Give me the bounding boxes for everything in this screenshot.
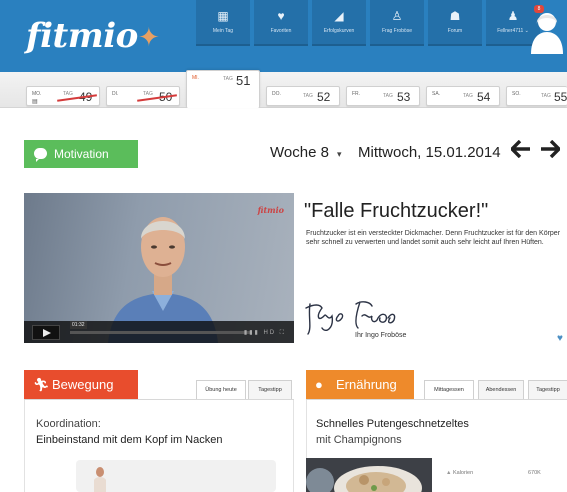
exercise-image — [76, 460, 276, 492]
check-icon: ▤ — [32, 99, 38, 105]
calories-value: 670K — [528, 470, 541, 476]
recipe-image — [306, 458, 432, 492]
heart-icon: ♥ — [277, 9, 285, 23]
tab-uebung-heute[interactable]: Übung heute — [196, 380, 246, 400]
video-player[interactable]: fitmio 01:32 ▮▮▮ HD ⛶ — [24, 193, 294, 343]
recipe-subtitle: mit Champignons — [316, 434, 402, 446]
quote-title: "Falle Fruchtzucker!" — [304, 200, 489, 222]
signature-caption: Ihr Ingo Froböse — [355, 332, 407, 339]
bewegung-title[interactable]: Einbeinstand mit dem Kopf im Nacken — [36, 434, 222, 446]
video-controls: 01:32 ▮▮▮ HD ⛶ — [24, 321, 294, 343]
day-tab-mi[interactable]: MI. TAG 51 — [186, 70, 260, 108]
day-tab-mo[interactable]: MO. TAG 49 ▤ — [26, 86, 100, 106]
day-tab-di[interactable]: DI. TAG 50 — [106, 86, 180, 106]
day-tag: TAG — [223, 76, 233, 82]
arrow-right-icon[interactable] — [540, 139, 562, 164]
heart-icon[interactable]: ♥ — [557, 333, 563, 344]
current-date: Mittwoch, 15.01.2014 — [358, 144, 501, 161]
chevron-down-icon[interactable]: ▾ — [337, 149, 342, 160]
week-selector[interactable]: Woche 8 — [270, 144, 329, 161]
day-tag: TAG — [463, 93, 473, 99]
fitmio-app: fitmio ✦ ▦ Mein Tag ♥ Favoriten ◢ Erfolg… — [0, 0, 567, 492]
arrow-left-icon[interactable] — [509, 139, 531, 164]
fitmio-logo[interactable]: fitmio — [26, 16, 138, 56]
star-logo-icon: ✦ — [138, 22, 160, 52]
motivation-label: Motivation — [54, 147, 109, 161]
nav-label: Erfolgskurven — [323, 28, 355, 34]
day-number: 54 — [477, 90, 491, 104]
day-tag: TAG — [63, 91, 73, 97]
day-abbr: MO. — [32, 91, 42, 97]
day-tag: TAG — [383, 93, 393, 99]
day-number: 55 — [554, 90, 567, 104]
ernaehrung-header[interactable]: ● Ernährung — [306, 370, 414, 400]
video-settings[interactable]: ▮▮▮ HD ⛶ — [244, 329, 286, 337]
day-abbr: DI. — [112, 91, 119, 97]
day-number: 53 — [397, 90, 411, 104]
nav-label: Forum — [447, 28, 463, 34]
bewegung-header[interactable]: 🏃︎ Bewegung — [24, 370, 138, 400]
tab-abendessen[interactable]: Abendessen — [478, 380, 524, 400]
day-abbr: MI. — [192, 75, 199, 81]
nav-erfolgskurven[interactable]: ◢ Erfolgskurven — [312, 0, 366, 46]
video-progress-bar[interactable] — [70, 331, 250, 334]
user-icon: ♟ — [507, 9, 519, 23]
chart-icon: ◢ — [334, 9, 344, 23]
day-tag: TAG — [303, 93, 313, 99]
main-nav: ▦ Mein Tag ♥ Favoriten ◢ Erfolgskurven ♙… — [196, 0, 544, 46]
speech-bubble-icon — [34, 148, 47, 162]
day-tab-do[interactable]: DO. TAG 52 — [266, 86, 340, 106]
person-question-icon: ♙ — [391, 9, 403, 23]
tab-mittagessen[interactable]: Mittagessen — [424, 380, 474, 400]
nav-favoriten[interactable]: ♥ Favoriten — [254, 0, 308, 46]
day-abbr: DO. — [272, 91, 281, 97]
day-abbr: SO. — [512, 91, 521, 97]
nav-label: Favoriten — [270, 28, 292, 34]
nutrition-label: Kalorien — [452, 470, 474, 476]
tab-tagestipp[interactable]: Tagestipp — [248, 380, 292, 400]
calendar-icon: ▦ — [217, 9, 229, 23]
ernaehrung-label: Ernährung — [336, 377, 397, 392]
day-tag: TAG — [143, 91, 153, 97]
video-brand-logo: fitmio — [257, 205, 284, 215]
calories-label: ▲ Kalorien — [446, 470, 473, 476]
nav-forum[interactable]: ☗ Forum — [428, 0, 482, 46]
bewegung-category: Koordination: — [36, 418, 101, 430]
day-tab-sa[interactable]: SA. TAG 54 — [426, 86, 500, 106]
forum-icon: ☗ — [449, 9, 461, 23]
running-icon: 🏃︎ — [33, 377, 50, 392]
flame-icon: ▲ — [446, 470, 453, 476]
motivation-tab[interactable]: Motivation — [24, 140, 138, 168]
day-number: 52 — [317, 90, 331, 104]
avatar[interactable] — [527, 8, 567, 54]
top-header: fitmio ✦ ▦ Mein Tag ♥ Favoriten ◢ Erfolg… — [0, 0, 567, 72]
nav-label: Frag Froböse — [381, 28, 412, 34]
day-tab-so[interactable]: SO. TAG 55 — [506, 86, 567, 106]
recipe-title[interactable]: Schnelles Putengeschnetzeltes — [316, 418, 469, 430]
nav-mein-tag[interactable]: ▦ Mein Tag — [196, 0, 250, 46]
day-number: 51 — [236, 73, 251, 88]
quote-text: Fruchtzucker ist ein versteckter Dickmac… — [306, 230, 561, 246]
video-time: 01:32 — [70, 321, 87, 329]
apple-icon: ● — [315, 377, 323, 392]
bewegung-label: Bewegung — [52, 377, 114, 392]
nav-label: Mein Tag — [212, 28, 234, 34]
nav-frag-froboese[interactable]: ♙ Frag Froböse — [370, 0, 424, 46]
day-tab-fr[interactable]: FR. TAG 53 — [346, 86, 420, 106]
day-abbr: SA. — [432, 91, 441, 97]
tab-tagestipp[interactable]: Tagestipp — [528, 380, 567, 400]
day-tag: TAG — [541, 93, 551, 99]
play-icon[interactable] — [32, 325, 60, 340]
nav-label: Fellner4711 ⌄ — [497, 28, 529, 34]
day-abbr: FR. — [352, 91, 361, 97]
